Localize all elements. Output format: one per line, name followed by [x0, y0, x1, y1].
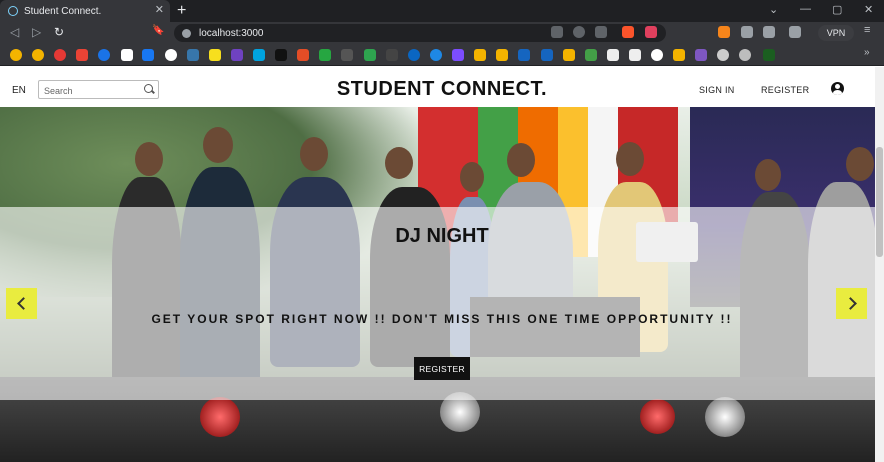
bookmark-icon[interactable] [253, 49, 265, 61]
bookmark-icon[interactable] [629, 49, 641, 61]
site-info-icon[interactable] [182, 28, 191, 38]
page-scrollbar[interactable] [875, 67, 884, 462]
url-text: localhost:3000 [199, 27, 264, 39]
tab-title: Student Connect. [24, 5, 102, 17]
chevron-left-icon [16, 297, 30, 310]
hero-carousel: DJ NIGHT GET YOUR SPOT RIGHT NOW !! DON'… [0, 107, 884, 462]
bookmark-icon[interactable] [739, 49, 751, 61]
bookmark-icon[interactable] [54, 49, 66, 61]
more-bookmarks-icon[interactable]: » [864, 47, 876, 59]
bookmark-icon[interactable] [297, 49, 309, 61]
site-header: EN STUDENT CONNECT. SIGN IN REGISTER [0, 67, 884, 107]
bookmark-page-icon[interactable]: 🔖 [152, 25, 164, 36]
register-link[interactable]: REGISTER [761, 85, 809, 95]
reload-button[interactable]: ↻ [54, 25, 64, 39]
wallet-icon[interactable] [789, 26, 801, 38]
bookmark-icon[interactable] [364, 49, 376, 61]
browser-tab-strip: Student Connect. ✕ + ⌄ — ▢ ✕ [0, 0, 884, 22]
bookmark-icon[interactable] [607, 49, 619, 61]
folder-icon[interactable] [496, 49, 508, 61]
react-favicon-icon [8, 6, 18, 16]
metamask-icon[interactable] [718, 26, 730, 38]
site-logo[interactable]: STUDENT CONNECT. [0, 78, 884, 101]
carousel-next-button[interactable] [836, 288, 867, 319]
window-close-button[interactable]: ✕ [864, 3, 873, 16]
minimize-button[interactable]: — [800, 3, 811, 15]
bookmark-icon[interactable] [319, 49, 331, 61]
tab-search-icon[interactable]: ⌄ [769, 3, 778, 16]
bookmark-icon[interactable] [32, 49, 44, 61]
tab-close-icon[interactable]: ✕ [155, 3, 164, 16]
bookmark-icon[interactable] [98, 49, 110, 61]
folder-icon[interactable] [563, 49, 575, 61]
folder-icon[interactable] [673, 49, 685, 61]
address-bar[interactable]: localhost:3000 [174, 24, 666, 42]
carousel-prev-button[interactable] [6, 288, 37, 319]
meta-icon[interactable] [142, 49, 154, 61]
bookmark-icon[interactable] [763, 49, 775, 61]
extensions-icon[interactable] [741, 26, 753, 38]
gmail-icon[interactable] [76, 49, 88, 61]
browser-tab[interactable]: Student Connect. ✕ [0, 0, 170, 22]
bookmark-icon[interactable] [386, 49, 398, 61]
event-register-button[interactable]: REGISTER [414, 357, 470, 380]
bookmark-icon[interactable] [695, 49, 707, 61]
bookmark-icon[interactable] [717, 49, 729, 61]
bookmark-icon[interactable] [341, 49, 353, 61]
bookmark-icon[interactable] [541, 49, 553, 61]
menu-icon[interactable]: ≡ [864, 24, 876, 36]
event-title: DJ NIGHT [395, 225, 489, 247]
bookmark-icon[interactable] [275, 49, 287, 61]
python-icon[interactable] [187, 49, 199, 61]
bookmark-icon[interactable] [121, 49, 133, 61]
folder-icon[interactable] [474, 49, 486, 61]
vpn-button[interactable]: VPN [818, 25, 854, 41]
event-tagline: GET YOUR SPOT RIGHT NOW !! DON'T MISS TH… [151, 312, 733, 326]
google-icon[interactable] [165, 49, 177, 61]
zoom-icon[interactable] [573, 26, 585, 38]
bookmark-icon[interactable] [408, 49, 420, 61]
bookmark-icon[interactable] [209, 49, 221, 61]
sign-in-link[interactable]: SIGN IN [699, 85, 735, 95]
share-icon[interactable] [595, 26, 607, 38]
chevron-right-icon [843, 297, 857, 310]
back-button[interactable]: ◁ [10, 25, 19, 39]
bookmark-icon[interactable] [585, 49, 597, 61]
user-account-icon[interactable] [831, 82, 844, 95]
bookmarks-bar: » [0, 44, 884, 66]
maximize-button[interactable]: ▢ [832, 3, 842, 16]
scrollbar-thumb[interactable] [876, 147, 883, 257]
google-icon[interactable] [651, 49, 663, 61]
brave-shields-icon[interactable] [622, 26, 634, 38]
new-tab-button[interactable]: + [177, 2, 186, 20]
brave-rewards-icon[interactable] [645, 26, 657, 38]
bookmark-icon[interactable] [430, 49, 442, 61]
bookmark-icon[interactable] [452, 49, 464, 61]
cast-icon[interactable] [551, 26, 563, 38]
bookmark-icon[interactable] [518, 49, 530, 61]
sidebar-icon[interactable] [763, 26, 775, 38]
forward-button[interactable]: ▷ [32, 25, 41, 39]
bookmark-icon[interactable] [231, 49, 243, 61]
page: EN STUDENT CONNECT. SIGN IN REGISTER [0, 67, 884, 462]
bookmark-icon[interactable] [10, 49, 22, 61]
